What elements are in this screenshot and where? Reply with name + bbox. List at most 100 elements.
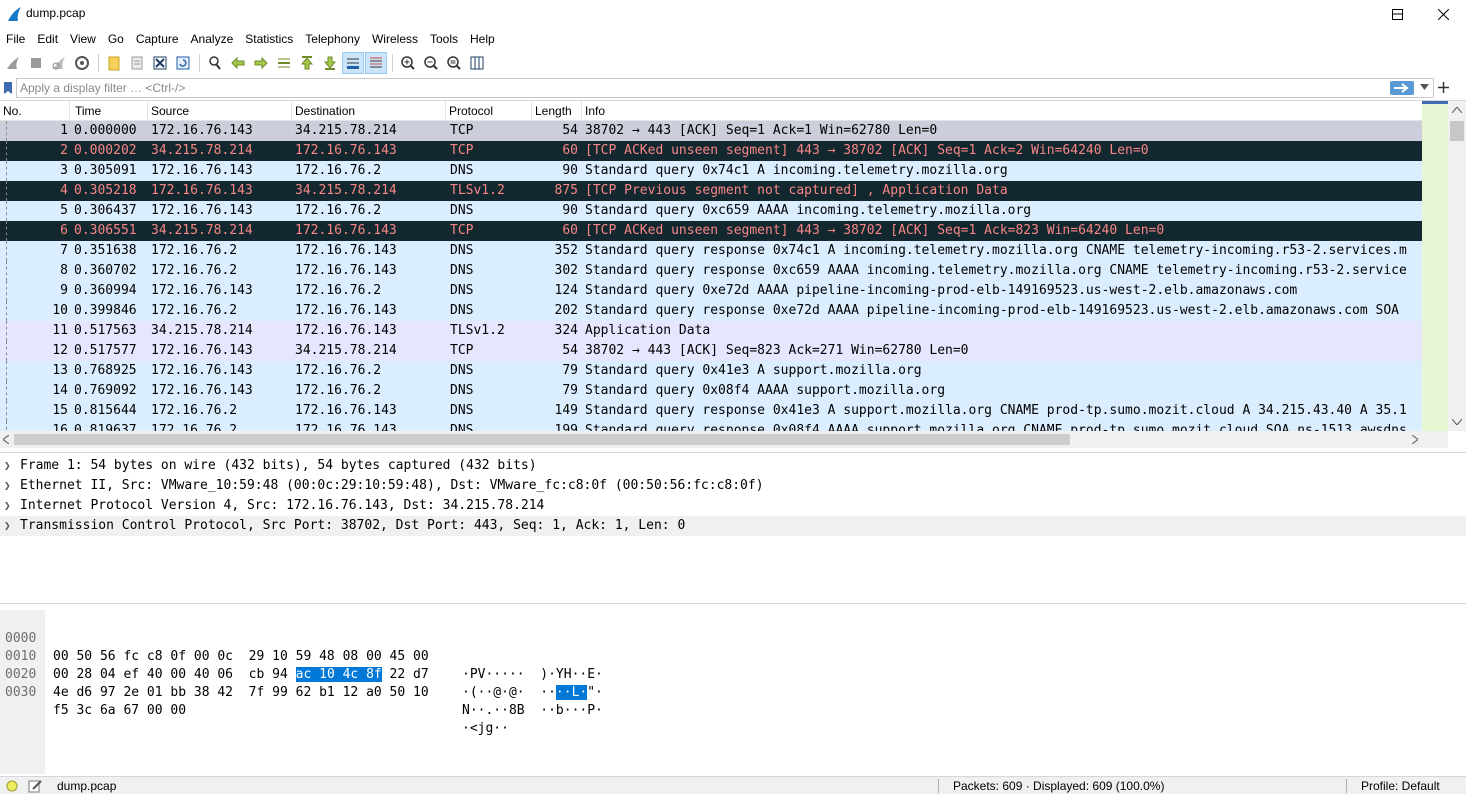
go-back-button[interactable] xyxy=(227,52,249,74)
column-header-destination[interactable]: Destination xyxy=(292,101,446,121)
packet-row[interactable]: 2 0.000202 34.215.78.214 172.16.76.143 TCP 60… xyxy=(0,141,1422,161)
ascii-bytes[interactable]: ·(··@·@· ····L·"· xyxy=(462,684,603,702)
packet-protocol: DNS xyxy=(450,423,474,431)
packet-details-pane: ❯ Frame 1: 54 bytes on wire (432 bits), 5… xyxy=(0,452,1466,604)
selected-ascii-bytes[interactable]: ··L· xyxy=(555,685,588,700)
scroll-up-icon[interactable] xyxy=(1452,107,1462,113)
packet-row[interactable]: 8 0.360702 172.16.76.2 172.16.76.143 DNS 302 S… xyxy=(0,261,1422,281)
packet-list-vertical-scrollbar[interactable] xyxy=(1448,101,1466,431)
menu-go[interactable]: Go xyxy=(102,29,130,50)
go-to-packet-button[interactable] xyxy=(273,52,295,74)
ascii-bytes[interactable]: ·PV····· )·YH··E· xyxy=(462,666,603,684)
packet-row[interactable]: 4 0.305218 172.16.76.143 34.215.78.214 TLSv1… xyxy=(0,181,1422,201)
selected-hex-bytes[interactable]: ac 10 4c 8f xyxy=(295,667,382,682)
expand-chevron-icon[interactable]: ❯ xyxy=(4,516,11,536)
find-packet-button[interactable] xyxy=(204,52,226,74)
packet-row[interactable]: 13 0.768925 172.16.76.143 172.16.76.2 DNS 79 S… xyxy=(0,361,1422,381)
maximize-button[interactable] xyxy=(1375,0,1419,28)
status-separator xyxy=(1346,779,1347,793)
first-packet-button[interactable] xyxy=(296,52,318,74)
display-filter-input[interactable] xyxy=(16,78,1434,98)
packet-row[interactable]: 14 0.769092 172.16.76.143 172.16.76.2 DNS 79 S… xyxy=(0,381,1422,401)
packet-row[interactable]: 7 0.351638 172.16.76.2 172.16.76.143 DNS 352 S… xyxy=(0,241,1422,261)
ascii-bytes[interactable]: ·<jg·· xyxy=(462,720,509,738)
filter-history-dropdown-icon[interactable] xyxy=(1420,84,1429,90)
hex-bytes[interactable]: 4e d6 97 2e 01 bb 38 42 7f 99 62 b1 12 a… xyxy=(53,684,429,702)
normal-size-button[interactable] xyxy=(443,52,465,74)
capture-comment-icon[interactable] xyxy=(28,779,42,793)
column-header-source[interactable]: Source xyxy=(148,101,292,121)
packet-protocol: DNS xyxy=(450,163,474,178)
capture-options-button[interactable] xyxy=(71,52,93,74)
packet-row[interactable]: 3 0.305091 172.16.76.143 172.16.76.2 DNS 90 St… xyxy=(0,161,1422,181)
column-header-length[interactable]: Length xyxy=(532,101,582,121)
open-file-button[interactable] xyxy=(103,52,125,74)
colorize-button[interactable] xyxy=(365,52,387,74)
packet-minimap[interactable] xyxy=(1422,101,1448,431)
restart-capture-button[interactable] xyxy=(48,52,70,74)
packet-list-horizontal-scrollbar[interactable] xyxy=(0,431,1448,448)
packet-row[interactable]: 1 0.000000 172.16.76.143 34.215.78.214 TCP 54… xyxy=(0,121,1422,141)
packet-row[interactable]: 11 0.517563 34.215.78.214 172.16.76.143 TLSv… xyxy=(0,321,1422,341)
menu-capture[interactable]: Capture xyxy=(130,29,185,50)
bookmark-icon[interactable] xyxy=(3,81,13,95)
hex-bytes[interactable]: f5 3c 6a 67 00 00 xyxy=(53,702,186,720)
save-file-button[interactable] xyxy=(126,52,148,74)
expand-chevron-icon[interactable]: ❯ xyxy=(4,476,11,496)
status-profile[interactable]: Profile: Default xyxy=(1361,777,1440,795)
ascii-bytes[interactable]: N··.··8B ··b···P· xyxy=(462,702,603,720)
go-forward-button[interactable] xyxy=(250,52,272,74)
zoom-in-button[interactable] xyxy=(397,52,419,74)
menu-tools[interactable]: Tools xyxy=(424,29,464,50)
packet-number: 11 xyxy=(52,323,68,338)
start-capture-button[interactable] xyxy=(2,52,24,74)
apply-filter-arrow-icon[interactable] xyxy=(1390,81,1414,95)
packet-row[interactable]: 15 0.815644 172.16.76.2 172.16.76.143 DNS 149… xyxy=(0,401,1422,421)
vertical-scroll-thumb[interactable] xyxy=(1450,121,1464,141)
packet-row[interactable]: 6 0.306551 34.215.78.214 172.16.76.143 TCP 60… xyxy=(0,221,1422,241)
menu-file[interactable]: File xyxy=(0,29,31,50)
packet-row[interactable]: 12 0.517577 172.16.76.143 34.215.78.214 TCP 5… xyxy=(0,341,1422,361)
stop-capture-button[interactable] xyxy=(25,52,47,74)
menu-edit[interactable]: Edit xyxy=(31,29,64,50)
close-file-button[interactable] xyxy=(149,52,171,74)
column-header-time[interactable]: Time xyxy=(72,101,148,121)
packet-row[interactable]: 9 0.360994 172.16.76.143 172.16.76.2 DNS 124 S… xyxy=(0,281,1422,301)
close-button[interactable] xyxy=(1420,0,1466,28)
reload-icon xyxy=(176,56,190,70)
column-header-protocol[interactable]: Protocol xyxy=(446,101,532,121)
add-filter-button-icon[interactable] xyxy=(1438,82,1449,93)
reload-file-button[interactable] xyxy=(172,52,194,74)
menu-wireless[interactable]: Wireless xyxy=(366,29,424,50)
menu-view[interactable]: View xyxy=(64,29,102,50)
menu-statistics[interactable]: Statistics xyxy=(239,29,299,50)
hex-bytes[interactable]: 00 28 04 ef 40 00 40 06 cb 94 ac 10 4c 8… xyxy=(53,666,429,684)
zoom-out-button[interactable] xyxy=(420,52,442,74)
last-packet-button[interactable] xyxy=(319,52,341,74)
packet-row[interactable]: 16 0.819637 172.16.76.2 172.16.76.143 DNS 199… xyxy=(0,421,1422,431)
packet-destination: 34.215.78.214 xyxy=(295,343,397,358)
menu-help[interactable]: Help xyxy=(464,29,501,50)
packet-source: 172.16.76.2 xyxy=(151,243,238,258)
horizontal-scroll-thumb[interactable] xyxy=(14,434,1070,445)
expand-chevron-icon[interactable]: ❯ xyxy=(4,456,11,476)
detail-row-frame[interactable]: ❯ Frame 1: 54 bytes on wire (432 bits), 5… xyxy=(0,456,1466,476)
expand-chevron-icon[interactable]: ❯ xyxy=(4,496,11,516)
scroll-down-icon[interactable] xyxy=(1452,419,1462,425)
menu-analyze[interactable]: Analyze xyxy=(185,29,240,50)
detail-row-tcp[interactable]: ❯ Transmission Control Protocol, Src Port… xyxy=(0,516,1466,536)
packet-row[interactable]: 10 0.399846 172.16.76.2 172.16.76.143 DNS 202… xyxy=(0,301,1422,321)
menu-telephony[interactable]: Telephony xyxy=(299,29,366,50)
scroll-left-icon[interactable] xyxy=(3,435,9,444)
packet-row[interactable]: 5 0.306437 172.16.76.143 172.16.76.2 DNS 90 St… xyxy=(0,201,1422,221)
auto-scroll-button[interactable] xyxy=(342,52,364,74)
scroll-right-icon[interactable] xyxy=(1412,435,1418,444)
packet-length: 60 xyxy=(562,143,578,158)
detail-row-ip[interactable]: ❯ Internet Protocol Version 4, Src: 172.1… xyxy=(0,496,1466,516)
column-header-info[interactable]: Info xyxy=(582,101,1422,121)
hex-bytes[interactable]: 00 50 56 fc c8 0f 00 0c 29 10 59 48 08 0… xyxy=(53,648,429,666)
expert-info-icon[interactable] xyxy=(6,780,18,792)
column-header-no[interactable]: No. xyxy=(0,101,70,121)
resize-columns-button[interactable] xyxy=(466,52,488,74)
detail-row-ethernet[interactable]: ❯ Ethernet II, Src: VMware_10:59:48 (00:0… xyxy=(0,476,1466,496)
